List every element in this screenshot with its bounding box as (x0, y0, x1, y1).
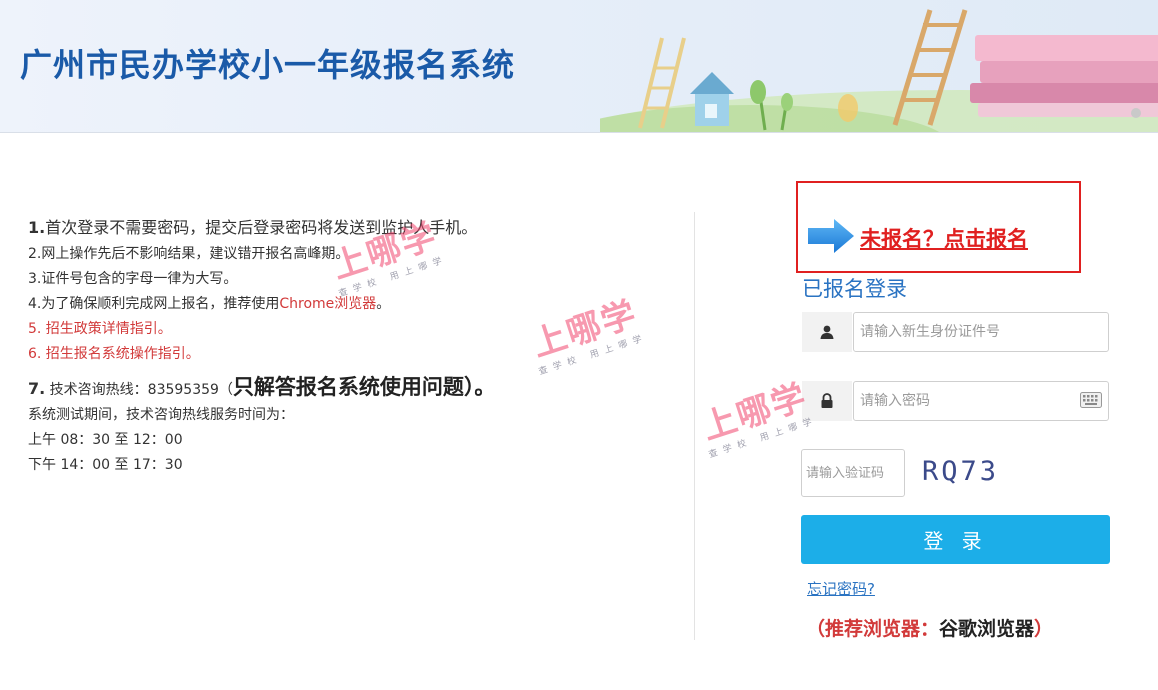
paren-open: （ (806, 618, 826, 640)
register-box: 未报名？点击报名 (796, 181, 1081, 273)
notice-number: 1. (28, 218, 46, 237)
hotline-line: 7. 技术咨询热线：83595359（只解答报名系统使用问题）。 (28, 375, 678, 403)
chrome-browser-link[interactable]: Chrome浏览器 (279, 296, 376, 312)
id-number-input[interactable] (853, 312, 1109, 352)
header-banner: 广州市民办学校小一年级报名系统 (0, 0, 1158, 133)
user-icon (802, 312, 852, 352)
notice-number: 7. (28, 379, 46, 398)
register-link[interactable]: 未报名？点击报名 (860, 223, 1028, 253)
login-button[interactable]: 登 录 (801, 515, 1110, 564)
arrow-right-icon (808, 219, 854, 253)
watermark: 上哪学 查学校 用上哪学 (695, 377, 819, 461)
captcha-input[interactable] (801, 449, 905, 497)
notice-line-3: 3.证件号包含的字母一律为大写。 (28, 271, 238, 287)
panel-divider (694, 212, 695, 640)
notice-line-1: 1.首次登录不需要密码，提交后登录密码将发送到监护人手机。 (28, 214, 678, 242)
operation-guide-link[interactable]: 6. 招生报名系统操作指引。 (28, 342, 678, 367)
notice-line-4: 4.为了确保顺利完成网上报名，推荐使用Chrome浏览器。 (28, 292, 678, 317)
watermark-text: 上哪学 (697, 376, 813, 449)
service-time-afternoon: 下午 14：00 至 17：30 (28, 457, 183, 473)
lock-icon (802, 381, 852, 421)
notice-text: 。 (376, 296, 391, 312)
password-field-row (802, 381, 1110, 421)
browser-tip-value: 谷歌浏览器 (939, 618, 1035, 640)
notice-text: 首次登录不需要密码，提交后登录密码将发送到监护人手机。 (45, 218, 478, 237)
keyboard-icon[interactable] (1080, 392, 1102, 408)
service-time-title: 系统测试期间，技术咨询热线服务时间为： (28, 407, 294, 423)
browser-recommendation: （推荐浏览器：谷歌浏览器） (806, 614, 1053, 641)
policy-guide-link[interactable]: 5. 招生政策详情指引。 (28, 317, 678, 342)
service-time-morning: 上午 08：30 至 12：00 (28, 432, 183, 448)
paren-close: ） (1034, 618, 1054, 640)
notice-panel: 1.首次登录不需要密码，提交后登录密码将发送到监护人手机。 2.网上操作先后不影… (28, 214, 678, 478)
browser-tip-label: 推荐浏览器： (825, 618, 940, 640)
hotline-text: 技术咨询热线：83595359（ (45, 382, 233, 398)
hotline-text-end: ）。 (463, 375, 496, 399)
captcha-image[interactable]: RQ73 (922, 456, 999, 487)
id-field-row (802, 312, 1110, 352)
forgot-password-link[interactable]: 忘记密码? (807, 578, 875, 599)
site-title: 广州市民办学校小一年级报名系统 (20, 46, 516, 84)
notice-line-2: 2.网上操作先后不影响结果，建议错开报名高峰期。 (28, 246, 350, 262)
password-input[interactable] (853, 381, 1109, 421)
banner-illustration (600, 9, 1158, 132)
notice-text: 4.为了确保顺利完成网上报名，推荐使用 (28, 296, 280, 312)
login-heading: 已报名登录 (802, 277, 907, 301)
hotline-emphasis: 只解答报名系统使用问题 (232, 375, 464, 399)
